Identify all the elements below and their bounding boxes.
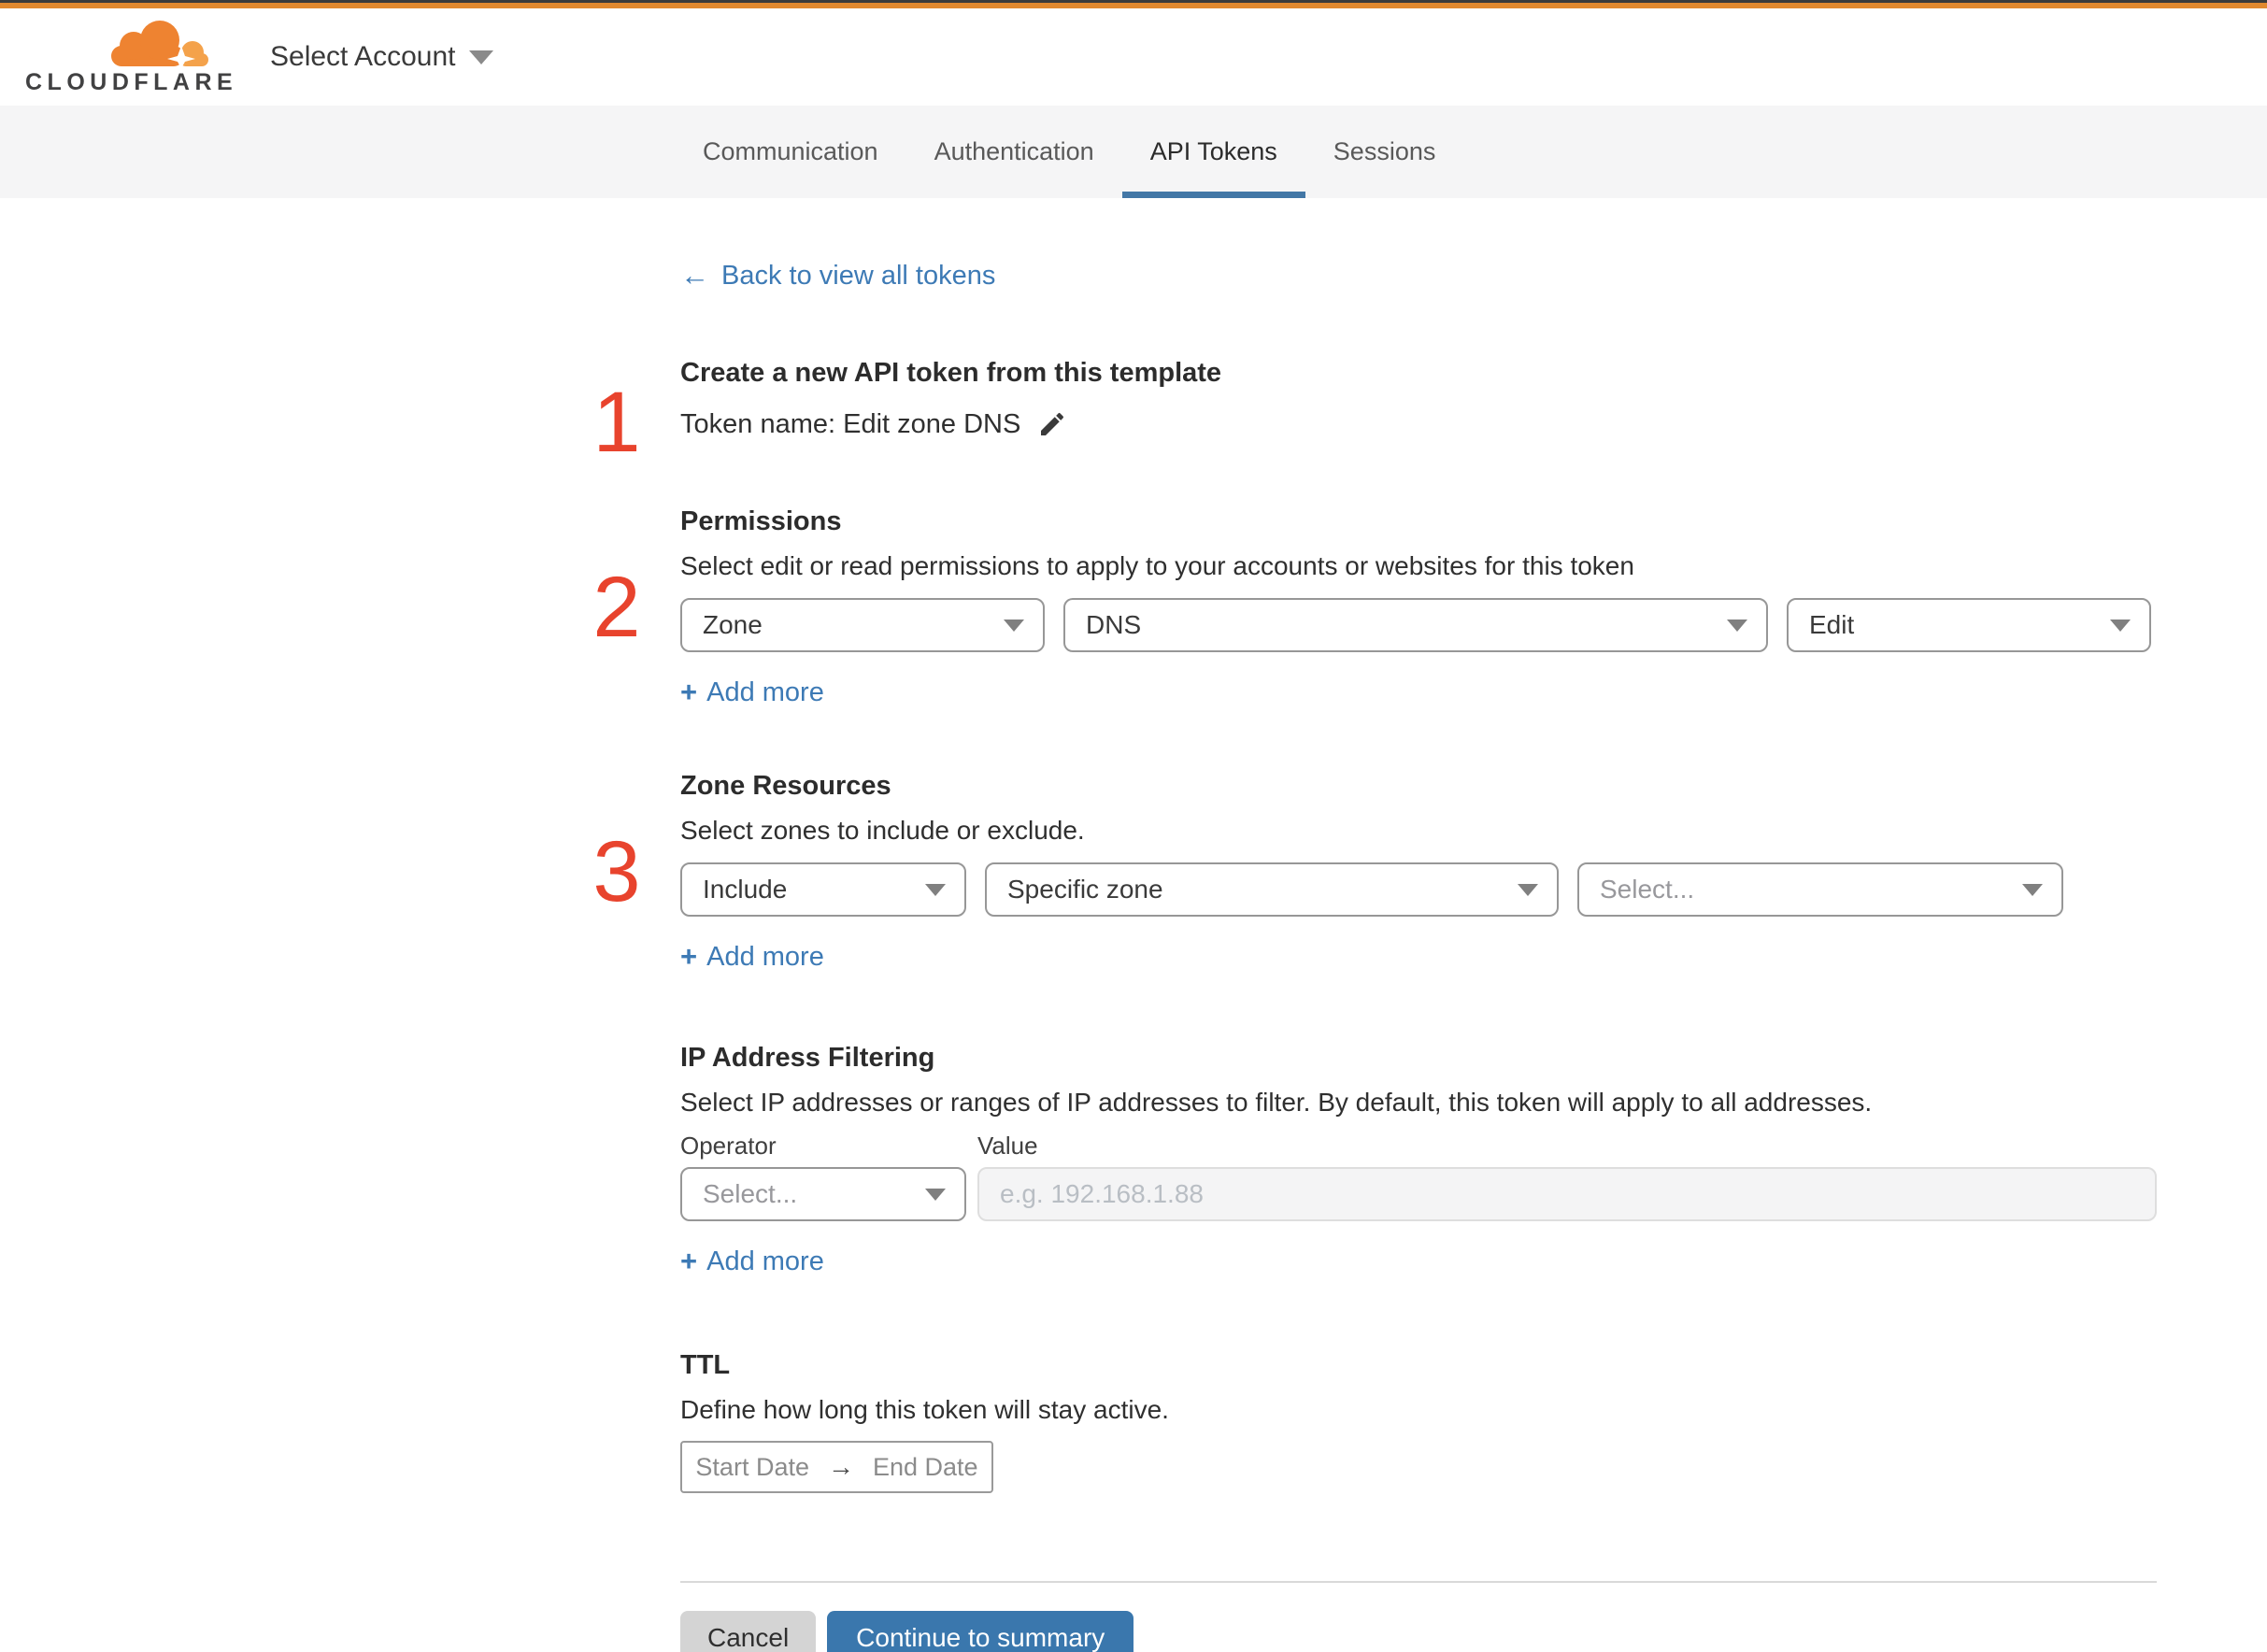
ttl-section: TTL Define how long this token will stay… xyxy=(680,1349,2157,1493)
token-name-text: Token name: Edit zone DNS xyxy=(680,409,1021,439)
value-label: Value xyxy=(977,1132,1038,1160)
plus-icon: + xyxy=(680,676,698,708)
ip-filtering-section: IP Address Filtering Select IP addresses… xyxy=(680,1042,2157,1277)
ip-operator-select[interactable]: Select... xyxy=(680,1167,966,1221)
plus-icon: + xyxy=(680,940,698,973)
cloudflare-cloud-icon xyxy=(111,21,208,68)
edit-pencil-icon[interactable] xyxy=(1037,409,1067,439)
create-token-title: Create a new API token from this templat… xyxy=(680,358,1222,388)
cloudflare-logo[interactable]: CLOUDFLARE xyxy=(25,18,238,96)
operator-label: Operator xyxy=(680,1132,777,1160)
main-content: ← Back to view all tokens Create a new A… xyxy=(0,198,2157,1652)
ip-filtering-add-more-link[interactable]: + Add more xyxy=(680,1246,824,1277)
footer-actions: Cancel Continue to summary xyxy=(680,1611,2157,1652)
chevron-down-icon xyxy=(1004,619,1024,632)
zone-resources-row: Include Specific zone Select... xyxy=(680,862,2157,917)
cancel-button[interactable]: Cancel xyxy=(680,1611,817,1652)
ttl-description: Define how long this token will stay act… xyxy=(680,1395,1169,1424)
token-name-section: Create a new API token from this templat… xyxy=(680,357,2157,443)
zone-resources-section: Zone Resources Select zones to include o… xyxy=(680,770,2157,973)
chevron-down-icon xyxy=(1518,883,1538,896)
logo-wordmark: CLOUDFLARE xyxy=(25,69,238,95)
ip-filtering-description: Select IP addresses or ranges of IP addr… xyxy=(680,1088,1873,1117)
tab-api-tokens[interactable]: API Tokens xyxy=(1121,106,1305,198)
back-to-tokens-link[interactable]: ← Back to view all tokens xyxy=(680,260,995,292)
back-arrow-icon: ← xyxy=(680,259,709,292)
permissions-description: Select edit or read permissions to apply… xyxy=(680,551,1634,580)
footer-divider xyxy=(680,1581,2157,1583)
permission-scope-select[interactable]: Zone xyxy=(680,598,1045,652)
permission-service-select[interactable]: DNS xyxy=(1063,598,1768,652)
arrow-right-icon: → xyxy=(827,1452,854,1481)
permissions-section: Permissions Select edit or read permissi… xyxy=(680,506,2157,708)
profile-tabbar: Communication Authentication API Tokens … xyxy=(0,106,2267,198)
zone-resources-title: Zone Resources xyxy=(680,771,891,801)
ip-value-input[interactable] xyxy=(977,1167,2157,1221)
chevron-down-icon xyxy=(1727,619,1747,632)
plus-icon: + xyxy=(680,1245,698,1277)
ttl-title: TTL xyxy=(680,1350,731,1380)
tab-sessions[interactable]: Sessions xyxy=(1305,106,1464,198)
chevron-down-icon xyxy=(925,883,946,896)
token-name-row: Token name: Edit zone DNS xyxy=(680,406,2157,443)
ttl-date-range-picker[interactable]: Start Date → End Date xyxy=(680,1441,993,1493)
zone-resources-description: Select zones to include or exclude. xyxy=(680,816,1085,845)
back-link-label: Back to view all tokens xyxy=(721,261,996,291)
app-header: CLOUDFLARE Select Account xyxy=(0,8,2267,106)
permission-access-select[interactable]: Edit xyxy=(1787,598,2151,652)
tab-authentication[interactable]: Authentication xyxy=(906,106,1122,198)
chevron-down-icon xyxy=(2022,883,2043,896)
ip-filtering-row: Select... xyxy=(680,1167,2157,1221)
cloudflare-api-token-page: CLOUDFLARE Select Account Communication … xyxy=(0,0,2267,1652)
permissions-row: Zone DNS Edit xyxy=(680,598,2157,652)
zone-type-select[interactable]: Specific zone xyxy=(985,862,1559,917)
account-selector-label: Select Account xyxy=(270,41,456,72)
chevron-down-icon xyxy=(925,1188,946,1201)
chevron-down-icon xyxy=(2110,619,2131,632)
end-date-placeholder: End Date xyxy=(872,1452,978,1481)
zone-picker-select[interactable]: Select... xyxy=(1577,862,2063,917)
tab-communication[interactable]: Communication xyxy=(675,106,906,198)
continue-to-summary-button[interactable]: Continue to summary xyxy=(827,1611,1134,1652)
zone-include-select[interactable]: Include xyxy=(680,862,966,917)
permissions-add-more-link[interactable]: + Add more xyxy=(680,676,824,708)
permissions-title: Permissions xyxy=(680,506,842,536)
start-date-placeholder: Start Date xyxy=(695,1452,809,1481)
account-selector[interactable]: Select Account xyxy=(270,41,494,73)
ip-filtering-labels: Operator Value xyxy=(680,1132,2157,1160)
zone-resources-add-more-link[interactable]: + Add more xyxy=(680,941,824,973)
chevron-down-icon xyxy=(469,50,494,64)
ip-filtering-title: IP Address Filtering xyxy=(680,1043,935,1073)
